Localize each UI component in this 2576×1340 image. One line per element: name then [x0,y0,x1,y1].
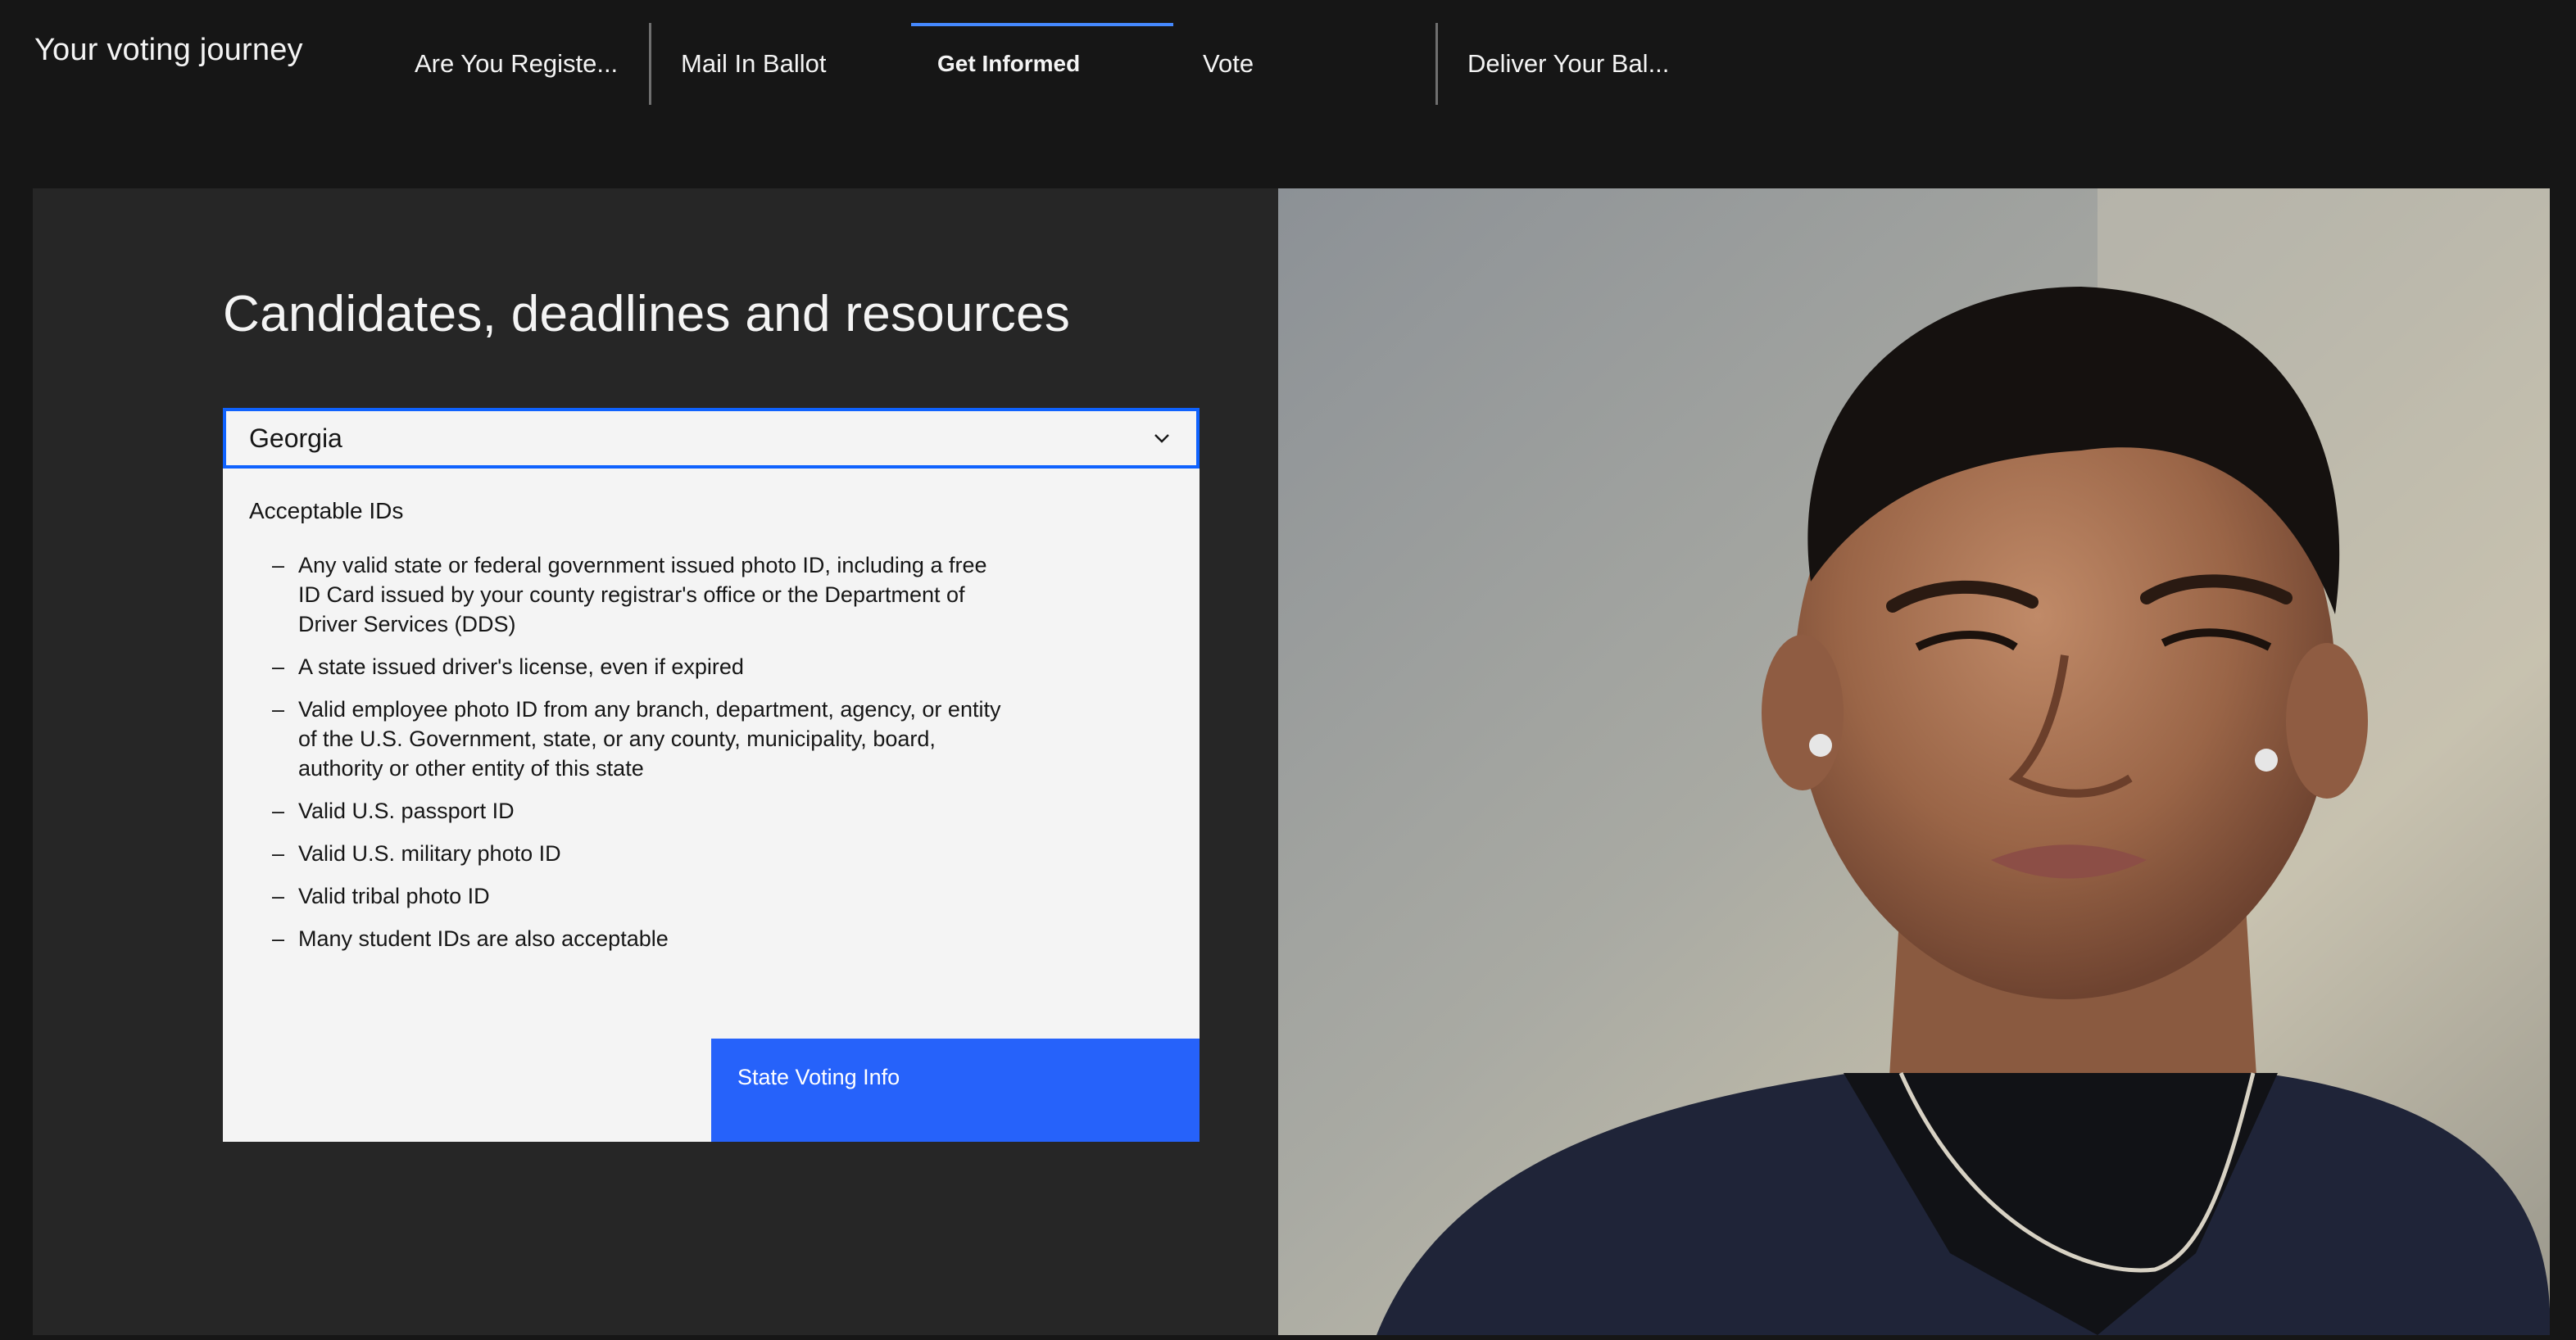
acceptable-ids-list: Any valid state or federal government is… [272,550,1009,967]
list-item: Valid tribal photo ID [272,881,1009,911]
list-item: Any valid state or federal government is… [272,550,1009,639]
tab-label: Mail In Ballot [681,49,827,78]
portrait-photo [1278,188,2550,1335]
journey-tabs: Are You Registe... Mail In Ballot Get In… [385,23,1730,105]
state-select-value: Georgia [249,423,342,453]
state-voting-info-button[interactable]: State Voting Info [711,1039,1200,1142]
tab-label: Deliver Your Bal... [1467,49,1670,78]
list-item: Valid employee photo ID from any branch,… [272,695,1009,783]
section-heading: Candidates, deadlines and resources [223,286,1071,342]
state-select-dropdown[interactable]: Georgia [223,408,1200,469]
acceptable-ids-heading: Acceptable IDs [249,498,404,523]
list-item: A state issued driver's license, even if… [272,652,1009,681]
portrait-illustration [1278,188,2550,1335]
content-panel: Candidates, deadlines and resources Geor… [33,188,1278,1335]
page: Your voting journey Are You Registe... M… [0,0,2576,1340]
tab-label: Are You Registe... [415,49,619,78]
list-item: Valid U.S. military photo ID [272,839,1009,868]
journey-title: Your voting journey [34,33,303,67]
list-item: Many student IDs are also acceptable [272,924,1009,953]
chevron-down-icon [1154,434,1169,443]
tab-deliver-your-ballot[interactable]: Deliver Your Bal... [1435,23,1730,105]
tab-vote[interactable]: Vote [1173,23,1435,105]
tab-are-you-registered[interactable]: Are You Registe... [385,23,649,105]
tab-mail-in-ballot[interactable]: Mail In Ballot [649,23,911,105]
tab-label: Get Informed [937,51,1081,76]
list-item: Valid U.S. passport ID [272,796,1009,826]
tab-get-informed[interactable]: Get Informed [911,23,1173,105]
acceptable-ids-card: Acceptable IDs Any valid state or federa… [223,469,1200,1142]
tab-label: Vote [1203,49,1254,78]
